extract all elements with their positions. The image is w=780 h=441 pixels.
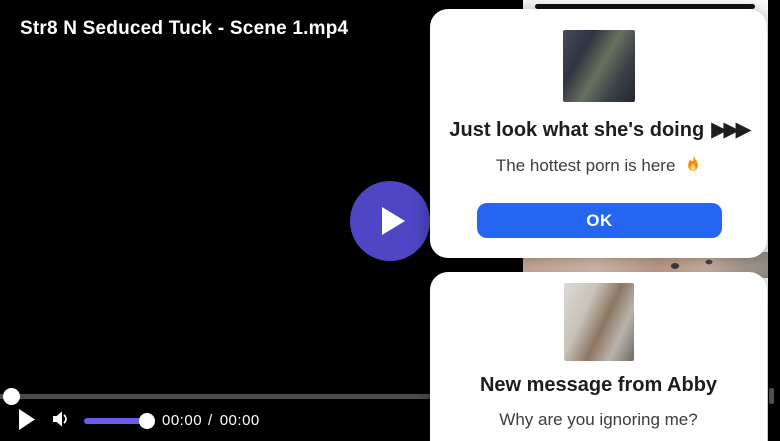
message-subtitle: Why are you ignoring me? <box>499 410 698 429</box>
video-title: Str8 N Seduced Tuck - Scene 1.mp4 <box>20 18 349 39</box>
message-title: New message from Abby <box>479 374 718 396</box>
offer-title-text: Just look what she's doing <box>449 119 705 141</box>
offer-subtitle: The hottest porn is here <box>430 155 767 176</box>
popup-offer: Just look what she's doing ▶▶▶ The hottes… <box>430 9 767 258</box>
offer-thumbnail-image[interactable] <box>562 30 635 102</box>
seek-handle[interactable] <box>3 388 20 405</box>
fire-icon <box>688 155 699 171</box>
mute-button[interactable] <box>50 409 70 429</box>
scrollbar-thumb[interactable] <box>769 388 774 404</box>
big-play-button[interactable] <box>350 181 430 261</box>
message-thumbnail-image[interactable] <box>563 283 634 361</box>
duration: 00:00 <box>219 412 260 429</box>
offer-title: Just look what she's doing ▶▶▶ <box>430 117 767 142</box>
volume-handle[interactable] <box>139 413 155 429</box>
popup-message: New message from Abby Why are you ignori… <box>430 272 767 441</box>
volume-slider[interactable] <box>84 413 155 429</box>
volume-icon <box>52 411 67 427</box>
ok-button[interactable]: OK <box>477 203 722 238</box>
play-icon <box>18 409 35 430</box>
play-button[interactable] <box>18 409 35 431</box>
current-time: 00:00 <box>162 412 203 429</box>
play-icon <box>381 207 405 235</box>
page: Str8 N Seduced Tuck - Scene 1.mp4 00:00 /… <box>0 0 780 441</box>
time-display: 00:00 / 00:00 <box>162 412 260 429</box>
triple-play-arrows-icon: ▶▶▶ <box>711 118 752 141</box>
offer-subtitle-text: The hottest porn is here <box>495 156 676 175</box>
time-separator: / <box>208 412 213 429</box>
